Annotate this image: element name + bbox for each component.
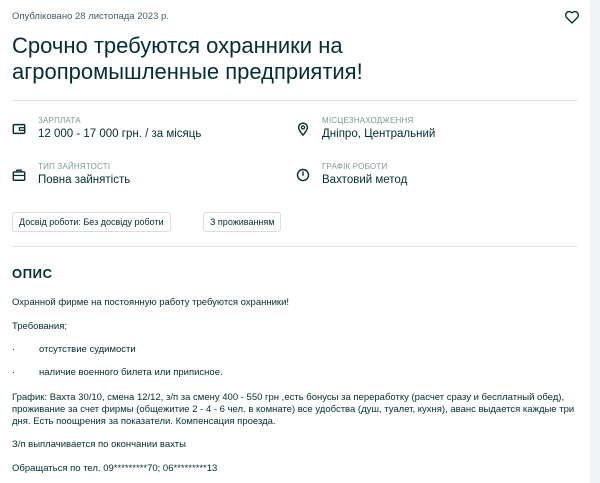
contact-info: Обращаться по тел. 09*********70; 06****… [12,463,218,474]
location-value: Дніпро, Центральний [322,128,436,140]
heart-icon[interactable] [564,9,580,25]
bullet-marker: · [12,344,16,355]
bullet-text: наличие военного билета или приписное. [39,367,223,378]
tag-experience[interactable]: Досвід роботи: Без досвіду роботи [12,212,171,232]
schedule-value: Вахтовий метод [322,174,408,186]
divider [12,100,578,101]
employment-value: Повна зайнятість [38,174,131,186]
employment-label: ТИП ЗАЙНЯТОСТІ [38,162,111,171]
divider [12,246,578,247]
clock-icon [296,168,310,182]
description-heading: ОПИС [12,266,53,281]
salary-value: 12 000 - 17 000 грн. / за місяць [38,128,202,140]
bullet-text: отсутствие судимости [39,344,136,355]
description-intro: Охранной фирме на постоянную работу треб… [12,297,290,308]
payment-note: З/п выплачивается по окончании вахты [12,439,186,450]
briefcase-icon [12,169,26,181]
schedule-label: ГРАФІК РОБОТИ [322,162,388,171]
tag-accommodation[interactable]: З проживанням [203,212,282,232]
scroll-area-edge [590,0,600,483]
salary-label: ЗАРПЛАТА [38,116,81,125]
location-label: МІСЦЕЗНАХОДЖЕННЯ [322,116,414,125]
location-pin-icon [297,122,309,136]
job-ad-page: Опубліковано 28 листопада 2023 р. Срочно… [0,0,590,483]
wallet-icon [12,123,26,135]
published-date: Опубліковано 28 листопада 2023 р. [12,11,169,22]
schedule-description: График: Вахта 30/10, смена 12/12, з/п за… [12,392,575,427]
ad-title: Срочно требуются охранники на агропромыш… [12,33,363,84]
requirements-label: Требования; [12,321,68,332]
bullet-marker: · [12,367,16,378]
